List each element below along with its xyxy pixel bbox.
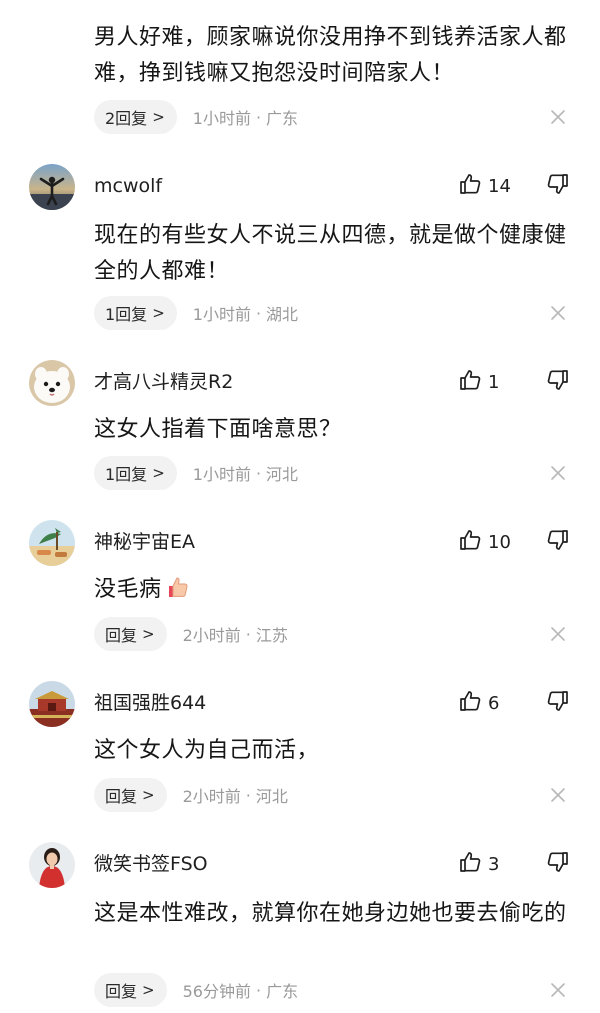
comment-time: 1小时前	[192, 465, 251, 484]
comment-meta: 回复 > 2小时前 · 江苏	[94, 617, 288, 651]
chevron-right-icon: >	[152, 304, 165, 322]
thumbs-up-icon	[458, 368, 482, 396]
dislike-button[interactable]	[544, 528, 572, 556]
thumbs-down-icon	[546, 689, 570, 717]
reply-button[interactable]: 1回复 >	[94, 456, 177, 490]
thumbs-up-icon	[458, 172, 482, 200]
comment-text: 这是本性难改，就算你在她身边她也要去偷吃的	[94, 901, 567, 926]
like-count: 1	[488, 371, 500, 393]
close-icon[interactable]	[548, 107, 568, 127]
like-count: 10	[488, 531, 511, 553]
close-icon[interactable]	[548, 303, 568, 323]
chevron-right-icon: >	[152, 464, 165, 482]
reply-label: 2回复	[105, 109, 148, 128]
reply-button[interactable]: 回复 >	[94, 617, 167, 651]
like-button[interactable]: 3	[458, 850, 499, 878]
comment-text: 这女人指着下面啥意思？	[94, 417, 342, 442]
meta-separator: ·	[255, 303, 262, 323]
reply-label: 回复	[105, 626, 138, 645]
like-count: 14	[488, 175, 511, 197]
thumbs-down-icon	[546, 528, 570, 556]
username[interactable]: 神秘宇宙EA	[94, 530, 195, 554]
comment-text: 现在的有些女人不说三从四德，就是做个健康健全的人都难！	[94, 223, 567, 284]
comment-location: 湖北	[266, 305, 299, 324]
username[interactable]: 才高八斗精灵R2	[94, 370, 233, 394]
close-icon[interactable]	[548, 624, 568, 644]
reply-button[interactable]: 2回复 >	[94, 100, 177, 134]
comment-meta: 回复 > 2小时前 · 河北	[94, 778, 288, 812]
username[interactable]: mcwolf	[94, 174, 162, 198]
username[interactable]: 微笑书签FSO	[94, 852, 208, 876]
close-icon[interactable]	[548, 463, 568, 483]
comment-meta: 2回复 > 1小时前 · 广东	[94, 100, 298, 134]
meta-separator: ·	[255, 980, 262, 1000]
thumbs-up-emoji-icon	[164, 574, 190, 612]
comment-time: 56分钟前	[182, 982, 251, 1001]
reply-label: 回复	[105, 982, 138, 1001]
chevron-right-icon: >	[152, 108, 165, 126]
user-avatar[interactable]	[29, 360, 75, 406]
chevron-right-icon: >	[142, 981, 155, 999]
like-count: 6	[488, 692, 500, 714]
user-avatar[interactable]	[29, 842, 75, 888]
comment-meta: 回复 > 56分钟前 · 广东	[94, 973, 298, 1007]
meta-separator: ·	[255, 463, 262, 483]
user-avatar[interactable]	[29, 520, 75, 566]
dislike-button[interactable]	[544, 850, 572, 878]
user-avatar[interactable]	[29, 681, 75, 727]
comment-meta: 1回复 > 1小时前 · 河北	[94, 456, 298, 490]
chevron-right-icon: >	[142, 786, 155, 804]
comment-text: 男人好难，顾家嘛说你没用挣不到钱养活家人都难，挣到钱嘛又抱怨没时间陪家人！	[94, 25, 567, 86]
close-icon[interactable]	[548, 785, 568, 805]
thumbs-down-icon	[546, 368, 570, 396]
reply-label: 1回复	[105, 465, 148, 484]
dislike-button[interactable]	[544, 689, 572, 717]
comment-time: 1小时前	[192, 305, 251, 324]
reply-button[interactable]: 回复 >	[94, 973, 167, 1007]
like-button[interactable]: 10	[458, 528, 511, 556]
meta-separator: ·	[245, 624, 251, 644]
comment-meta: 1回复 > 1小时前 · 湖北	[94, 296, 298, 330]
chevron-right-icon: >	[142, 625, 155, 643]
like-count: 3	[488, 853, 500, 875]
thumbs-down-icon	[546, 850, 570, 878]
thumbs-up-icon	[458, 528, 482, 556]
like-button[interactable]: 14	[458, 172, 511, 200]
meta-separator: ·	[255, 107, 262, 127]
like-button[interactable]: 1	[458, 368, 499, 396]
dislike-button[interactable]	[544, 172, 572, 200]
comment-time: 2小时前	[182, 626, 241, 645]
comment-time: 1小时前	[192, 109, 251, 128]
comment-time: 2小时前	[182, 787, 241, 806]
comment-location: 江苏	[255, 626, 288, 645]
thumbs-up-icon	[458, 850, 482, 878]
comment-location: 广东	[266, 982, 299, 1001]
meta-separator: ·	[245, 785, 251, 805]
previous-comment-fragment	[0, 0, 600, 2]
comment-location: 河北	[266, 465, 299, 484]
comment-location: 河北	[255, 787, 288, 806]
comment-text: 这个女人为自己而活，	[94, 738, 320, 763]
reply-button[interactable]: 回复 >	[94, 778, 167, 812]
reply-label: 1回复	[105, 305, 148, 324]
like-button[interactable]: 6	[458, 689, 499, 717]
dislike-button[interactable]	[544, 368, 572, 396]
thumbs-up-icon	[458, 689, 482, 717]
thumbs-down-icon	[546, 172, 570, 200]
username[interactable]: 祖国强胜644	[94, 691, 206, 715]
close-icon[interactable]	[548, 980, 568, 1000]
reply-label: 回复	[105, 787, 138, 806]
reply-button[interactable]: 1回复 >	[94, 296, 177, 330]
comment-text-content: 没毛病	[94, 577, 162, 602]
comment-text: 没毛病	[94, 572, 584, 612]
comment-location: 广东	[266, 109, 299, 128]
user-avatar[interactable]	[29, 164, 75, 210]
